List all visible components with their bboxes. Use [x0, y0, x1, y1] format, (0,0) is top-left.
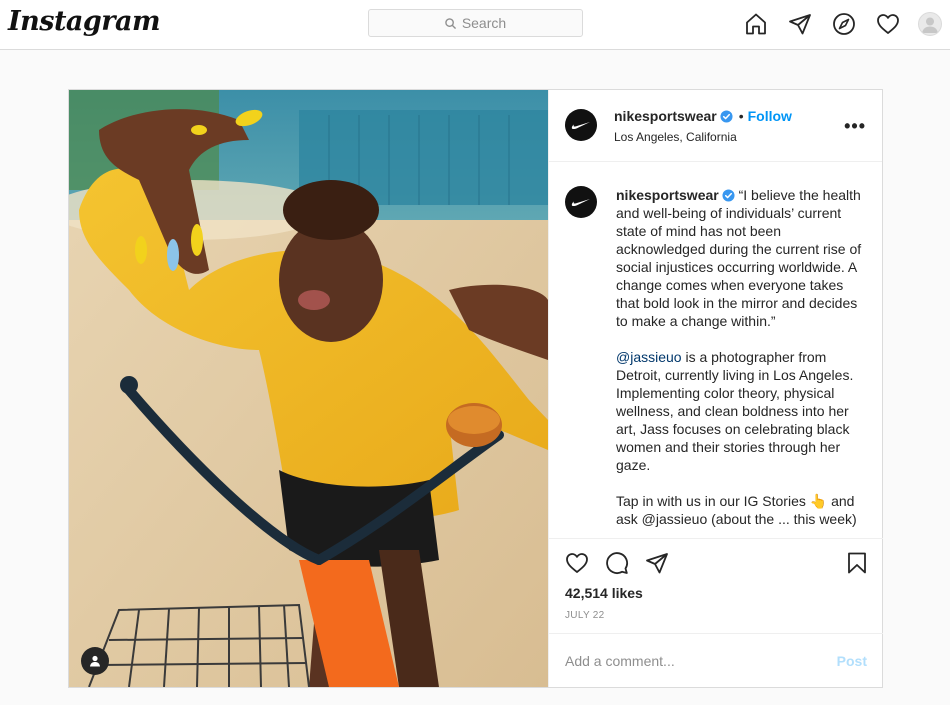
- more-options-button[interactable]: •••: [844, 116, 866, 137]
- share-button[interactable]: [643, 549, 671, 577]
- heart-icon: [566, 553, 588, 573]
- caption-paragraph-4: ask @jassieuo (about the ... this week): [616, 511, 857, 527]
- post-header: nikesportswear • Follow Los Angeles, Calif…: [549, 90, 882, 162]
- nike-avatar[interactable]: [565, 109, 597, 141]
- separator-dot: •: [738, 108, 744, 124]
- tagged-users-button[interactable]: [81, 647, 109, 675]
- caption-paragraph-2: is a photographer from Detroit, currentl…: [616, 349, 858, 473]
- post-sidebar: nikesportswear • Follow Los Angeles, Calif…: [548, 90, 883, 687]
- explore-icon[interactable]: [830, 10, 858, 38]
- post-photo[interactable]: [69, 90, 548, 687]
- verified-badge-icon: [720, 110, 733, 123]
- instagram-logo[interactable]: Instagram: [8, 6, 161, 37]
- nike-swoosh-icon: [571, 199, 590, 207]
- comment-input[interactable]: Add a comment...: [565, 653, 675, 669]
- post-actions: 42,514 likes JULY 22: [549, 538, 883, 633]
- post-card: nikesportswear • Follow Los Angeles, Calif…: [68, 89, 883, 688]
- save-button[interactable]: [843, 549, 871, 577]
- follow-button[interactable]: Follow: [748, 108, 792, 124]
- verified-badge-icon: [722, 189, 735, 202]
- likes-count[interactable]: 42,514 likes: [565, 585, 643, 601]
- nike-swoosh-icon: [571, 122, 590, 130]
- user-icon: [90, 655, 100, 667]
- caption-paragraph-3: Tap in with us in our IG Stories 👆 and: [616, 493, 855, 509]
- post-comment-button[interactable]: Post: [837, 653, 867, 669]
- share-icon: [646, 553, 668, 574]
- top-navigation-bar: Instagram Search: [0, 0, 950, 50]
- post-date[interactable]: JULY 22: [565, 610, 605, 621]
- search-placeholder: Search: [461, 15, 507, 31]
- post-photo-illustration: [69, 90, 548, 687]
- search-icon: [445, 17, 456, 29]
- post-caption: nikesportswear “I believe the health and…: [616, 186, 864, 528]
- add-comment-bar: Add a comment... Post: [549, 633, 883, 687]
- post-username[interactable]: nikesportswear: [614, 108, 717, 124]
- bookmark-icon: [848, 552, 866, 574]
- comment-button[interactable]: [603, 549, 631, 577]
- like-button[interactable]: [563, 549, 591, 577]
- post-location[interactable]: Los Angeles, California: [614, 130, 737, 144]
- profile-avatar[interactable]: [918, 12, 942, 36]
- caption-avatar[interactable]: [565, 186, 597, 218]
- caption-username[interactable]: nikesportswear: [616, 187, 719, 203]
- caption-mention-link[interactable]: @jassieuo: [616, 349, 682, 365]
- caption-paragraph-1: “I believe the health and well-being of …: [616, 187, 866, 329]
- search-input[interactable]: Search: [368, 9, 583, 37]
- comment-icon: [606, 552, 628, 574]
- post-header-row: nikesportswear • Follow: [614, 108, 792, 124]
- direct-icon[interactable]: [786, 10, 814, 38]
- activity-heart-icon[interactable]: [874, 10, 902, 38]
- comments-section[interactable]: nikesportswear “I believe the health and…: [549, 163, 883, 538]
- home-icon[interactable]: [742, 10, 770, 38]
